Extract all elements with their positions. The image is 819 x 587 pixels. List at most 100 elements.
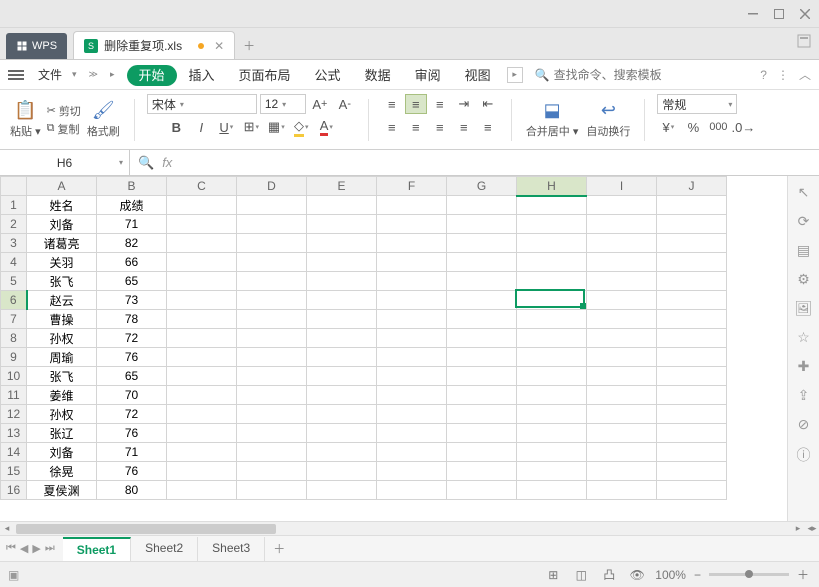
cell-J13[interactable] <box>657 424 727 443</box>
bold-button[interactable]: B <box>165 117 187 137</box>
align-middle-button[interactable]: ≡ <box>405 94 427 114</box>
decrease-font-button[interactable]: A- <box>334 94 356 114</box>
cell-A3[interactable]: 诸葛亮 <box>27 234 97 253</box>
cell-C1[interactable] <box>167 196 237 215</box>
cell-G1[interactable] <box>447 196 517 215</box>
wrap-text-button[interactable]: ↩ 自动换行 <box>584 100 632 139</box>
scroll-split-icon[interactable]: ◂▸ <box>805 523 819 534</box>
cell-J2[interactable] <box>657 215 727 234</box>
normal-view-button[interactable]: ⊞ <box>543 567 563 583</box>
cell-H5[interactable] <box>517 272 587 291</box>
merge-center-button[interactable]: ⬓ 合并居中 ▾ <box>524 100 581 139</box>
cell-F6[interactable] <box>377 291 447 310</box>
cell-G16[interactable] <box>447 481 517 500</box>
align-center-button[interactable]: ≡ <box>405 117 427 137</box>
cell-J11[interactable] <box>657 386 727 405</box>
increase-indent-button[interactable]: ⇥ <box>453 94 475 114</box>
cell-J9[interactable] <box>657 348 727 367</box>
cell-D12[interactable] <box>237 405 307 424</box>
first-sheet-icon[interactable]: ⏮ <box>6 542 16 555</box>
col-header-H[interactable]: H <box>517 177 587 196</box>
cell-B1[interactable]: 成绩 <box>97 196 167 215</box>
cell-G4[interactable] <box>447 253 517 272</box>
cell-C12[interactable] <box>167 405 237 424</box>
cell-C9[interactable] <box>167 348 237 367</box>
cell-E7[interactable] <box>307 310 377 329</box>
col-header-I[interactable]: I <box>587 177 657 196</box>
border-button[interactable]: ⊞▾ <box>240 117 262 137</box>
cut-button[interactable]: ✂剪切 <box>47 103 81 119</box>
cell-E5[interactable] <box>307 272 377 291</box>
row-header-10[interactable]: 10 <box>1 367 27 386</box>
row-header-4[interactable]: 4 <box>1 253 27 272</box>
properties-icon[interactable]: ▤ <box>797 242 810 259</box>
cell-A4[interactable]: 关羽 <box>27 253 97 272</box>
cell-D5[interactable] <box>237 272 307 291</box>
cell-I5[interactable] <box>587 272 657 291</box>
row-header-14[interactable]: 14 <box>1 443 27 462</box>
zoom-level[interactable]: 100% <box>655 568 686 582</box>
cell-H9[interactable] <box>517 348 587 367</box>
cell-E2[interactable] <box>307 215 377 234</box>
cell-G9[interactable] <box>447 348 517 367</box>
cell-A13[interactable]: 张辽 <box>27 424 97 443</box>
format-painter-button[interactable]: 🖌 格式刷 <box>85 100 122 139</box>
tabs-overflow-icon[interactable] <box>797 34 811 48</box>
row-header-12[interactable]: 12 <box>1 405 27 424</box>
close-tab-icon[interactable]: ✕ <box>214 39 224 53</box>
cell-H6[interactable] <box>517 291 587 310</box>
cell-H15[interactable] <box>517 462 587 481</box>
cell-D14[interactable] <box>237 443 307 462</box>
cell-J6[interactable] <box>657 291 727 310</box>
col-header-F[interactable]: F <box>377 177 447 196</box>
cell-E3[interactable] <box>307 234 377 253</box>
minimize-button[interactable] <box>747 8 759 20</box>
cell-A2[interactable]: 刘备 <box>27 215 97 234</box>
ribbon-tab-开始[interactable]: 开始 <box>127 65 177 86</box>
cell-B15[interactable]: 76 <box>97 462 167 481</box>
cancel-input-icon[interactable]: 🔍 <box>138 155 154 171</box>
cell-A7[interactable]: 曹操 <box>27 310 97 329</box>
cell-G8[interactable] <box>447 329 517 348</box>
row-header-3[interactable]: 3 <box>1 234 27 253</box>
name-box[interactable]: H6▾ <box>0 150 130 175</box>
cell-A8[interactable]: 孙权 <box>27 329 97 348</box>
cell-C11[interactable] <box>167 386 237 405</box>
cell-F8[interactable] <box>377 329 447 348</box>
cell-H14[interactable] <box>517 443 587 462</box>
row-header-9[interactable]: 9 <box>1 348 27 367</box>
cell-B3[interactable]: 82 <box>97 234 167 253</box>
info-icon[interactable]: ⓘ <box>797 445 811 465</box>
zoom-in-button[interactable]: ＋ <box>797 566 809 583</box>
cell-A6[interactable]: 赵云 <box>27 291 97 310</box>
page-break-view-button[interactable]: 凸 <box>599 567 619 583</box>
cell-I15[interactable] <box>587 462 657 481</box>
zoom-slider[interactable] <box>709 573 789 576</box>
cell-G7[interactable] <box>447 310 517 329</box>
cell-C7[interactable] <box>167 310 237 329</box>
cell-J1[interactable] <box>657 196 727 215</box>
cell-H10[interactable] <box>517 367 587 386</box>
zoom-out-button[interactable]: − <box>694 568 701 582</box>
ribbon-tab-视图[interactable]: 视图 <box>453 65 503 86</box>
new-tab-button[interactable]: ＋ <box>235 31 263 59</box>
ribbon-tab-数据[interactable]: 数据 <box>353 65 403 86</box>
cell-D7[interactable] <box>237 310 307 329</box>
cell-C14[interactable] <box>167 443 237 462</box>
help-icon[interactable]: ? <box>760 68 767 82</box>
cell-E9[interactable] <box>307 348 377 367</box>
cell-J16[interactable] <box>657 481 727 500</box>
search-input[interactable] <box>554 68 664 82</box>
cell-F4[interactable] <box>377 253 447 272</box>
cell-B16[interactable]: 80 <box>97 481 167 500</box>
cell-C16[interactable] <box>167 481 237 500</box>
underline-button[interactable]: U▾ <box>215 117 237 137</box>
row-header-11[interactable]: 11 <box>1 386 27 405</box>
cell-D8[interactable] <box>237 329 307 348</box>
cell-F3[interactable] <box>377 234 447 253</box>
cell-C5[interactable] <box>167 272 237 291</box>
paste-button[interactable]: 📋 粘贴 ▾ <box>8 100 43 139</box>
col-header-D[interactable]: D <box>237 177 307 196</box>
cell-A15[interactable]: 徐晃 <box>27 462 97 481</box>
cell-A11[interactable]: 姜维 <box>27 386 97 405</box>
